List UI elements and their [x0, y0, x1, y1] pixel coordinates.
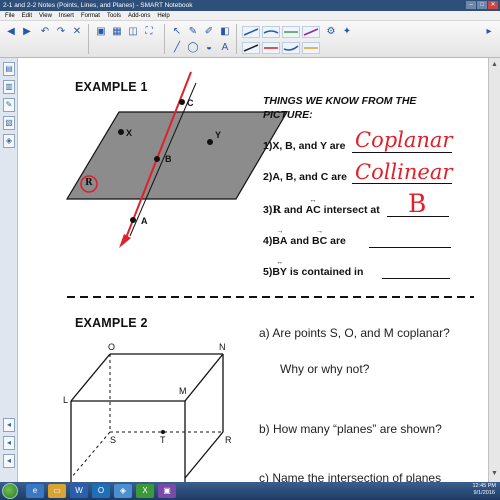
taskbar: e ▭ W O ◈ X ▣ 12:45 PM 9/1/2016: [0, 482, 500, 500]
attachments-icon[interactable]: ✎: [3, 98, 15, 112]
clock-date: 9/1/2016: [473, 490, 495, 496]
question-c: c) Name the intersection of planes: [259, 471, 442, 482]
attachment-icon[interactable]: ✦: [340, 25, 354, 39]
menu-format[interactable]: Format: [81, 11, 100, 20]
window-title: 2-1 and 2-2 Notes (Points, Lines, and Pl…: [3, 2, 193, 9]
vertical-scrollbar[interactable]: ▲ ▼: [488, 58, 500, 482]
pen-icon[interactable]: ✎: [186, 25, 200, 39]
select-icon[interactable]: ↖: [170, 25, 184, 39]
label-o: O: [108, 342, 116, 352]
sidebar-arrow-icon[interactable]: ◂: [3, 454, 15, 468]
menu-edit[interactable]: Edit: [22, 11, 32, 20]
sidebar-arrow-up-icon[interactable]: ◂: [3, 418, 15, 432]
eraser-icon[interactable]: ◧: [218, 25, 232, 39]
label-s: S: [110, 435, 117, 445]
label-r: R: [225, 435, 232, 445]
example2-box-diagram: [70, 353, 224, 482]
question-b: b) How many “planes” are shown?: [259, 422, 442, 436]
close-button[interactable]: ✕: [488, 1, 498, 9]
table-icon[interactable]: ▦: [110, 25, 124, 39]
shape-icon[interactable]: ◯: [186, 41, 200, 55]
browser-taskbar-icon[interactable]: e: [26, 484, 44, 498]
excel-taskbar-icon[interactable]: X: [136, 484, 154, 498]
toolbar-expand-icon[interactable]: ▸: [482, 25, 496, 39]
menu-tools[interactable]: Tools: [107, 11, 121, 20]
fullscreen-icon[interactable]: ⛶: [142, 25, 156, 39]
page-sorter-icon[interactable]: ▤: [3, 62, 15, 76]
next-page-icon[interactable]: ▶: [20, 25, 34, 39]
screen-shade-icon[interactable]: ▣: [94, 25, 108, 39]
sidebar-arrow-down-icon[interactable]: ◂: [3, 436, 15, 450]
toolbar: ◀ ▶ ↶ ↷ ✕ ▣ ▦ ◫ ⛶ ↖ ✎ ✐ ◧ ╱ ◯ ◒ A ⚙ ✦ ▸: [0, 21, 500, 58]
previous-page-icon[interactable]: ◀: [4, 25, 18, 39]
label-t: T: [160, 435, 166, 445]
undo-icon[interactable]: ↶: [38, 25, 52, 39]
point-t: [161, 430, 165, 434]
system-clock[interactable]: 12:45 PM 9/1/2016: [472, 483, 496, 497]
pen-style-1[interactable]: [242, 26, 260, 38]
menu-help[interactable]: Help: [157, 11, 169, 20]
menu-file[interactable]: File: [5, 11, 15, 20]
pen-style-8[interactable]: [302, 42, 320, 54]
maximize-button[interactable]: □: [477, 1, 487, 9]
window-titlebar: 2-1 and 2-2 Notes (Points, Lines, and Pl…: [0, 0, 500, 11]
addons-tab-icon[interactable]: ◈: [3, 134, 15, 148]
notebook-taskbar-icon[interactable]: ◈: [114, 484, 132, 498]
label-l: L: [63, 395, 69, 405]
label-n: N: [219, 342, 226, 352]
pen-style-5[interactable]: [242, 42, 260, 54]
properties-icon[interactable]: ⚙: [324, 25, 338, 39]
scroll-down-icon[interactable]: ▼: [491, 470, 498, 477]
properties-tab-icon[interactable]: ▧: [3, 116, 15, 130]
redo-icon[interactable]: ↷: [54, 25, 68, 39]
pen-style-6[interactable]: [262, 42, 280, 54]
folder-taskbar-icon[interactable]: ▭: [48, 484, 66, 498]
question-a: a) Are points S, O, and M coplanar?: [259, 326, 450, 340]
gallery-icon[interactable]: ▥: [3, 80, 15, 94]
menu-bar: File Edit View Insert Format Tools Add-o…: [0, 11, 500, 21]
line-icon[interactable]: ╱: [170, 41, 184, 55]
question-a-follow: Why or why not?: [280, 362, 370, 376]
app-taskbar-icon[interactable]: ▣: [158, 484, 176, 498]
delete-icon[interactable]: ✕: [70, 25, 84, 39]
menu-view[interactable]: View: [39, 11, 52, 20]
side-panel: ▤ ▥ ✎ ▧ ◈ ◂ ◂ ◂: [0, 58, 18, 482]
text-icon[interactable]: A: [218, 41, 232, 55]
pen-style-7[interactable]: [282, 42, 300, 54]
notebook-page[interactable]: EXAMPLE 1 C B A X Y R THINGS WE KNOW FRO…: [19, 58, 488, 482]
document-camera-icon[interactable]: ◫: [126, 25, 140, 39]
outlook-taskbar-icon[interactable]: O: [92, 484, 110, 498]
pen-style-4[interactable]: [302, 26, 320, 38]
pen-style-2[interactable]: [262, 26, 280, 38]
clock-time: 12:45 PM: [472, 483, 496, 489]
pen-style-3[interactable]: [282, 26, 300, 38]
menu-addons[interactable]: Add-ons: [128, 11, 150, 20]
menu-insert[interactable]: Insert: [59, 11, 74, 20]
scroll-up-icon[interactable]: ▲: [491, 61, 498, 68]
start-button[interactable]: [2, 483, 18, 499]
label-m: M: [179, 386, 187, 396]
word-taskbar-icon[interactable]: W: [70, 484, 88, 498]
highlighter-icon[interactable]: ✐: [202, 25, 216, 39]
minimize-button[interactable]: –: [466, 1, 476, 9]
fill-icon[interactable]: ◒: [202, 41, 216, 55]
